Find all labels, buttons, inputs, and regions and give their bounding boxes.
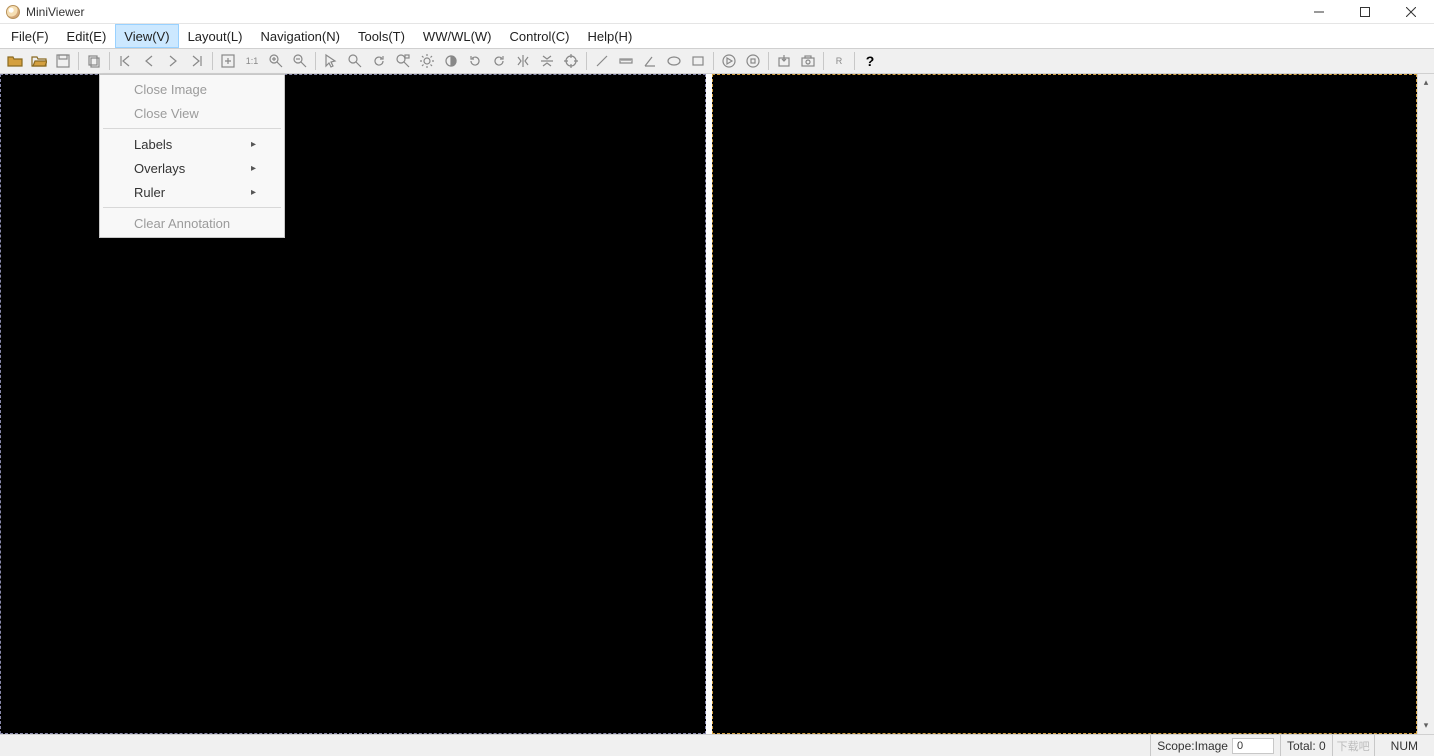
- scroll-up-icon[interactable]: ▴: [1420, 76, 1433, 89]
- toolbar: 1:1 R ?: [0, 48, 1434, 74]
- zoom-region-icon[interactable]: [392, 50, 414, 72]
- save-icon[interactable]: [52, 50, 74, 72]
- rotate-left-icon[interactable]: [464, 50, 486, 72]
- vertical-scrollbar[interactable]: ▴ ▾: [1417, 74, 1434, 734]
- menu-overlays[interactable]: Overlays ▸: [102, 156, 282, 180]
- total-label: Total: 0: [1287, 739, 1326, 753]
- scope-label: Scope:Image: [1157, 739, 1228, 753]
- menu-view[interactable]: View(V): [115, 24, 178, 48]
- fit-icon[interactable]: [217, 50, 239, 72]
- open-file-icon[interactable]: [4, 50, 26, 72]
- toolbar-separator: [78, 52, 79, 70]
- angle-tool-icon[interactable]: [639, 50, 661, 72]
- menu-control[interactable]: Control(C): [501, 24, 579, 48]
- chevron-right-icon: ▸: [251, 163, 256, 174]
- toolbar-separator: [109, 52, 110, 70]
- menu-labels[interactable]: Labels ▸: [102, 132, 282, 156]
- menu-label: Ruler: [134, 185, 165, 200]
- toolbar-separator: [586, 52, 587, 70]
- menu-edit[interactable]: Edit(E): [58, 24, 116, 48]
- scope-value: 0: [1232, 738, 1274, 754]
- stop-icon[interactable]: [742, 50, 764, 72]
- toolbar-separator: [713, 52, 714, 70]
- flip-h-icon[interactable]: [512, 50, 534, 72]
- nav-prev-icon[interactable]: [138, 50, 160, 72]
- menu-tools[interactable]: Tools(T): [349, 24, 414, 48]
- pointer-icon[interactable]: [320, 50, 342, 72]
- refresh-icon[interactable]: [368, 50, 390, 72]
- ruler-tool-icon[interactable]: [615, 50, 637, 72]
- menu-close-image: Close Image: [102, 77, 282, 101]
- toolbar-separator: [212, 52, 213, 70]
- open-folder-icon[interactable]: [28, 50, 50, 72]
- num-indicator: NUM: [1391, 739, 1418, 753]
- status-num: NUM: [1374, 735, 1434, 756]
- menu-separator: [103, 128, 281, 129]
- workspace: ▴ ▾ Close Image Close View Labels ▸ Over…: [0, 74, 1434, 734]
- toolbar-separator: [854, 52, 855, 70]
- menu-clear-annotation: Clear Annotation: [102, 211, 282, 235]
- watermark: 下载吧: [1332, 735, 1374, 756]
- crosshair-icon[interactable]: [560, 50, 582, 72]
- chevron-right-icon: ▸: [251, 187, 256, 198]
- menu-separator: [103, 207, 281, 208]
- menu-label: Labels: [134, 137, 172, 152]
- menu-wwwl[interactable]: WW/WL(W): [414, 24, 501, 48]
- menu-label: Close Image: [134, 82, 207, 97]
- viewport-right[interactable]: [712, 74, 1418, 734]
- nav-last-icon[interactable]: [186, 50, 208, 72]
- nav-first-icon[interactable]: [114, 50, 136, 72]
- magnify-icon[interactable]: [344, 50, 366, 72]
- zoom-out-icon[interactable]: [289, 50, 311, 72]
- scroll-down-icon[interactable]: ▾: [1420, 719, 1433, 732]
- app-title: MiniViewer: [26, 5, 84, 19]
- menu-label: Overlays: [134, 161, 185, 176]
- menu-layout[interactable]: Layout(L): [179, 24, 252, 48]
- statusbar: Scope:Image 0 Total: 0 下载吧 NUM: [0, 734, 1434, 756]
- toolbar-separator: [823, 52, 824, 70]
- nav-next-icon[interactable]: [162, 50, 184, 72]
- ellipse-tool-icon[interactable]: [663, 50, 685, 72]
- menu-label: Close View: [134, 106, 199, 121]
- menu-ruler[interactable]: Ruler ▸: [102, 180, 282, 204]
- close-button[interactable]: [1388, 0, 1434, 24]
- help-icon[interactable]: ?: [859, 50, 881, 72]
- reset-icon[interactable]: R: [828, 50, 850, 72]
- menubar: File(F) Edit(E) View(V) Layout(L) Naviga…: [0, 24, 1434, 48]
- play-icon[interactable]: [718, 50, 740, 72]
- window-controls: [1296, 0, 1434, 24]
- menu-help[interactable]: Help(H): [578, 24, 641, 48]
- actual-size-icon[interactable]: 1:1: [241, 50, 263, 72]
- status-total: Total: 0: [1280, 735, 1332, 756]
- chevron-right-icon: ▸: [251, 139, 256, 150]
- menu-navigation[interactable]: Navigation(N): [251, 24, 348, 48]
- status-scope: Scope:Image 0: [1150, 735, 1280, 756]
- status-spacer: [0, 735, 1150, 756]
- title-left: MiniViewer: [6, 5, 84, 19]
- export-icon[interactable]: [773, 50, 795, 72]
- contrast-icon[interactable]: [440, 50, 462, 72]
- app-icon: [6, 5, 20, 19]
- flip-v-icon[interactable]: [536, 50, 558, 72]
- toolbar-separator: [768, 52, 769, 70]
- rect-tool-icon[interactable]: [687, 50, 709, 72]
- minimize-button[interactable]: [1296, 0, 1342, 24]
- brightness-icon[interactable]: [416, 50, 438, 72]
- copy-icon[interactable]: [83, 50, 105, 72]
- maximize-button[interactable]: [1342, 0, 1388, 24]
- toolbar-separator: [315, 52, 316, 70]
- line-tool-icon[interactable]: [591, 50, 613, 72]
- menu-label: Clear Annotation: [134, 216, 230, 231]
- zoom-in-icon[interactable]: [265, 50, 287, 72]
- menu-close-view: Close View: [102, 101, 282, 125]
- view-dropdown: Close Image Close View Labels ▸ Overlays…: [99, 74, 285, 238]
- menu-file[interactable]: File(F): [2, 24, 58, 48]
- titlebar: MiniViewer: [0, 0, 1434, 24]
- rotate-right-icon[interactable]: [488, 50, 510, 72]
- screenshot-icon[interactable]: [797, 50, 819, 72]
